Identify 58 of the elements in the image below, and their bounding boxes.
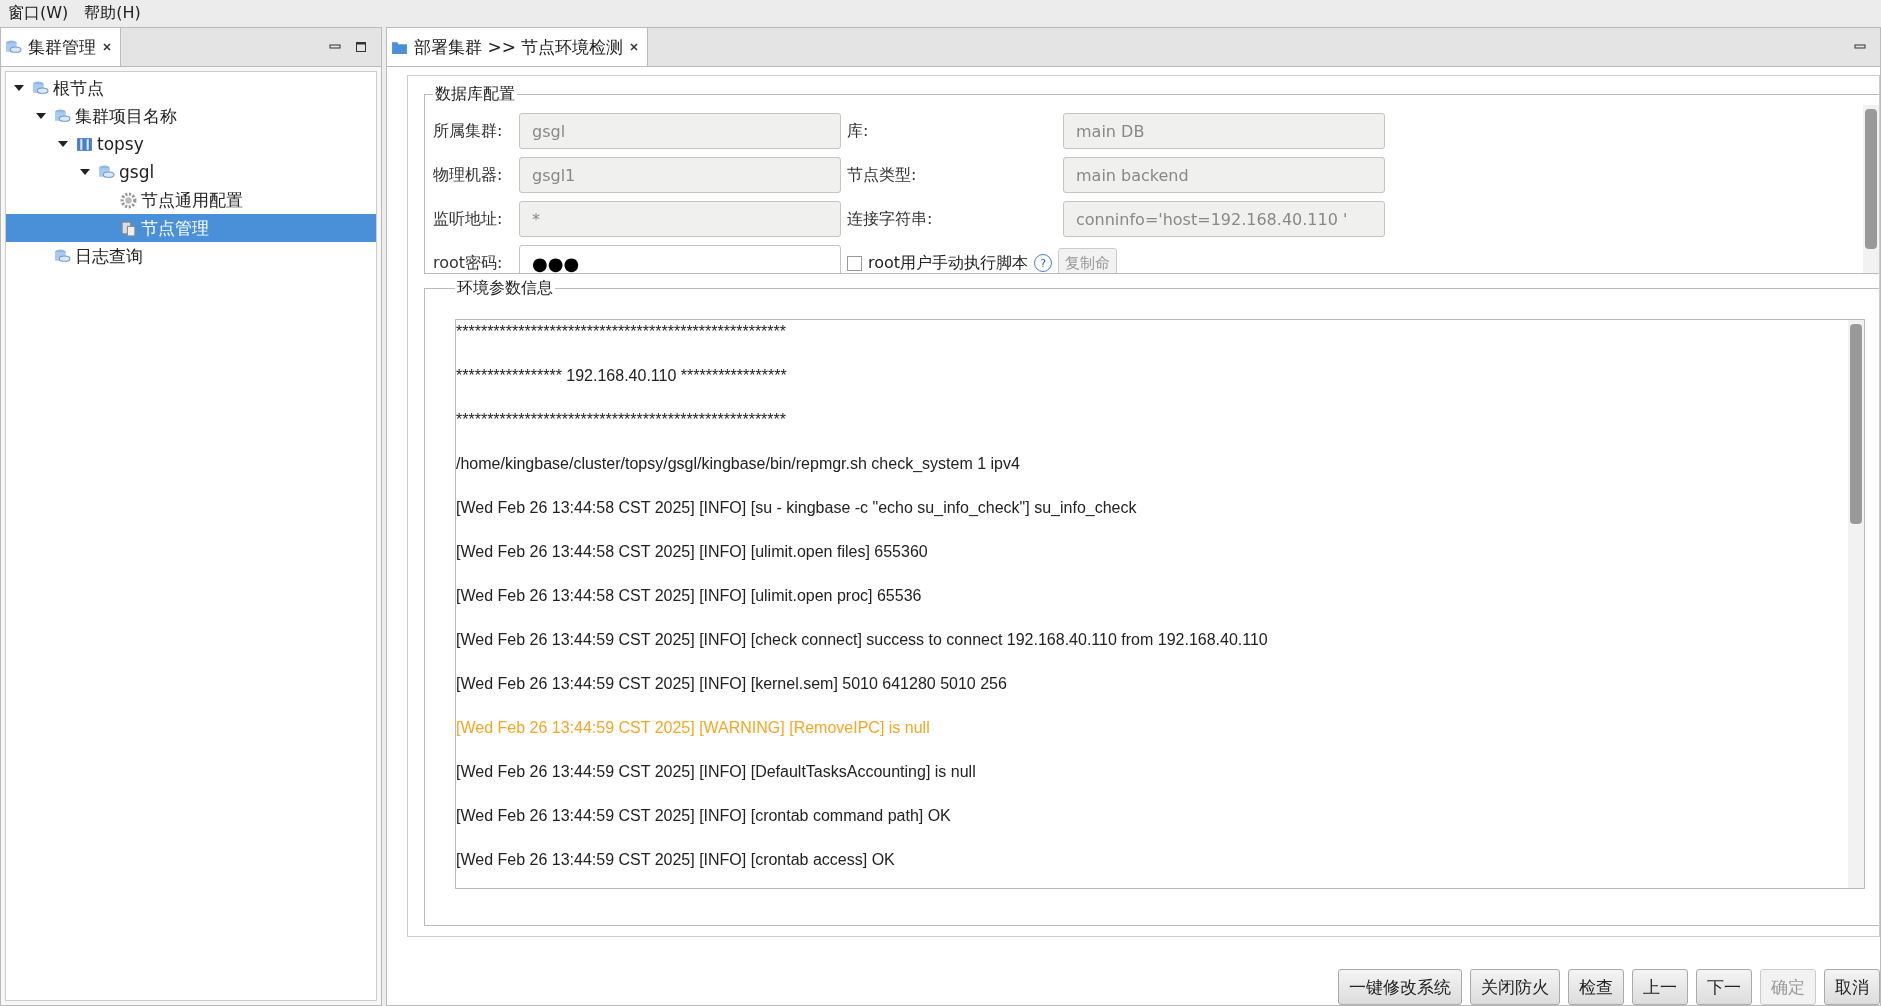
field-label: 所属集群: [433,120,504,142]
tree-item[interactable]: 集群项目名称 [6,102,376,130]
tree-item[interactable]: 根节点 [6,74,376,102]
database-icon [32,79,49,97]
group-title: 环境参数信息 [456,278,554,299]
field-label: 库: [847,120,870,142]
expand-arrow-icon[interactable] [14,83,24,93]
checkbox[interactable] [847,255,862,271]
field-label: 物理机器: [433,164,504,186]
expand-arrow-icon[interactable] [58,139,68,149]
field-label: 监听地址: [433,208,504,230]
menu-item[interactable]: 窗口(W) [8,2,69,24]
log-line: ***************************************************** [456,322,787,342]
scrollbar[interactable] [1848,320,1864,888]
log-line: [Wed Feb 26 13:44:59 CST 2025] [WARNING] [RemoveIPC] is null [456,718,931,738]
action-button[interactable]: 一键修改系统 [1338,969,1462,1005]
log-line: [Wed Feb 26 13:44:59 CST 2025] [INFO] [check connect] success to connect 192.168.40.110 from 192.168.40.110 [456,630,1269,650]
menu-item[interactable]: 帮助(H) [84,2,141,24]
close-icon[interactable] [629,42,640,52]
close-icon[interactable] [102,42,112,52]
tree-item[interactable]: 节点通用配置 [6,186,376,214]
log-line: ***************************************************** [456,410,787,430]
log-line: [Wed Feb 26 13:44:58 CST 2025] [INFO] [ulimit.open proc] 65536 [456,586,923,606]
node-icon [120,219,137,237]
field-label: 连接字符串: [847,208,934,230]
editor-tab[interactable]: 部署集群 >> 节点环境检测 [387,28,649,66]
scrollbar[interactable] [1863,105,1879,273]
action-button[interactable]: 上一 [1632,969,1688,1005]
maximize-icon[interactable] [355,41,367,53]
field-label: 节点类型: [847,164,918,186]
expand-arrow-icon[interactable] [36,111,46,121]
tree-item[interactable]: topsy [6,130,376,158]
tree-item[interactable]: 日志查询 [6,242,376,270]
log-line: [Wed Feb 26 13:44:59 CST 2025] [INFO] [crontab command path] OK [456,806,952,826]
expand-arrow-icon[interactable] [80,167,90,177]
gear-icon [120,191,137,209]
tree-item[interactable]: gsgl [6,158,376,186]
group-title: 数据库配置 [434,84,516,105]
log-line: [Wed Feb 26 13:44:59 CST 2025] [INFO] [DefaultTasksAccounting] is null [456,762,977,782]
database-icon [54,107,71,125]
server-icon [76,135,93,153]
database-icon [54,247,71,265]
field-label: root密码: [433,252,504,273]
database-icon [98,163,115,181]
log-line: [Wed Feb 26 13:44:58 CST 2025] [INFO] [su - kingbase -c "echo su_info_check"] su_info_check [456,498,1138,518]
action-button[interactable]: 检查 [1568,969,1624,1005]
action-button[interactable]: 下一 [1696,969,1752,1005]
action-button[interactable]: 关闭防火 [1470,969,1560,1005]
action-button[interactable]: 取消 [1824,969,1880,1005]
database-icon [5,38,22,56]
log-line: [Wed Feb 26 13:44:58 CST 2025] [INFO] [ulimit.open files] 655360 [456,542,929,562]
log-line: [Wed Feb 26 13:44:59 CST 2025] [INFO] [crontab access] OK [456,850,896,870]
checkbox-label: root用户手动执行脚本 [868,252,1029,273]
log-line: [Wed Feb 26 13:44:59 CST 2025] [INFO] [kernel.sem] 5010 641280 5010 256 [456,674,1008,694]
panel-tab[interactable]: 集群管理 [1,28,121,66]
password-field[interactable]: ●●● [519,245,841,273]
log-line: /home/kingbase/cluster/topsy/gsgl/kingbase/bin/repmgr.sh check_system 1 ipv4 [456,454,1021,474]
log-line: ***************** 192.168.40.110 ***************** [456,366,788,386]
